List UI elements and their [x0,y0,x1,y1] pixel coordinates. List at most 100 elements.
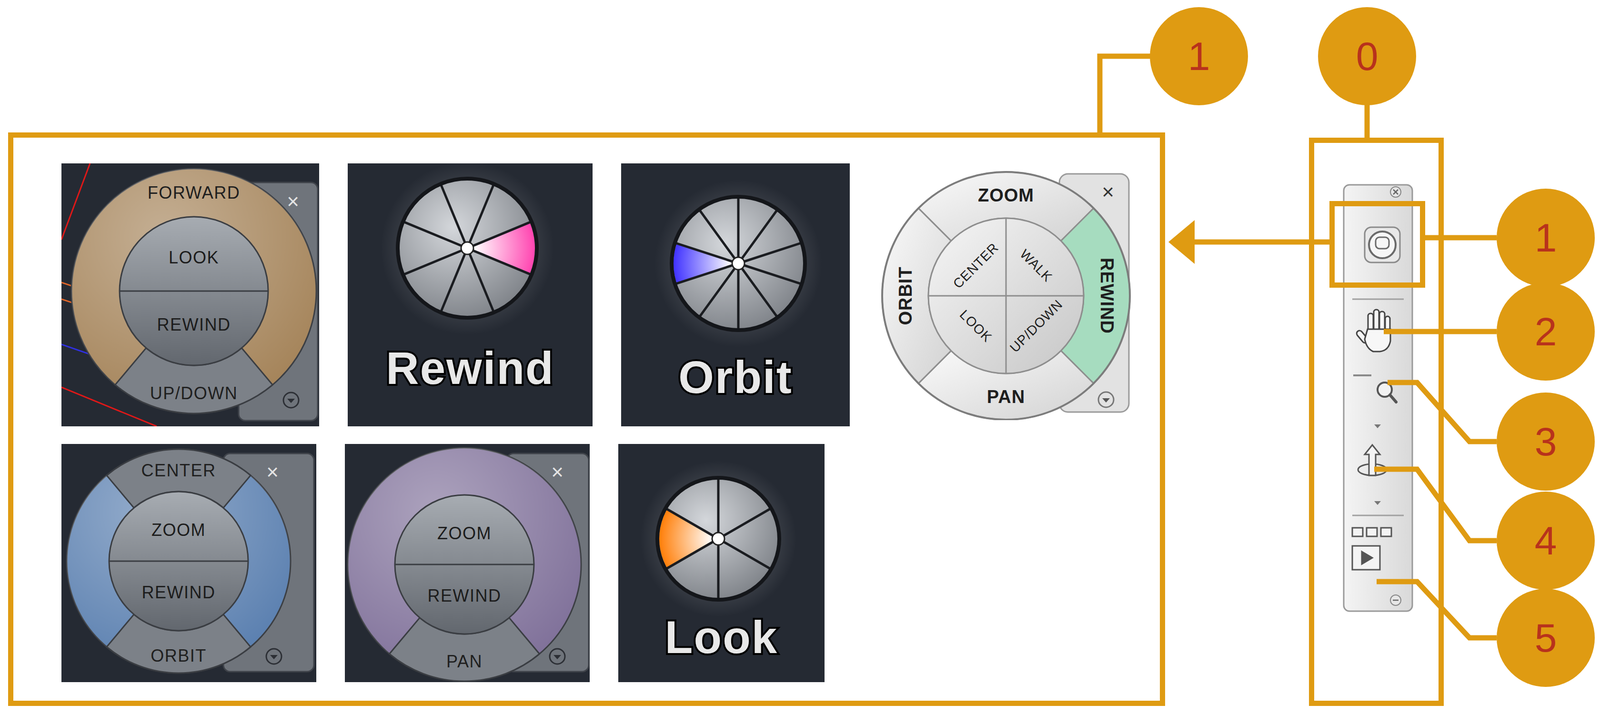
bottom-label[interactable]: ORBIT [150,645,207,666]
connector-lines [0,0,1600,715]
tile-background [61,163,320,427]
connector-line [1425,235,1497,241]
wheel-tooltip: Look [618,443,825,683]
outer-ring [71,168,317,414]
wheel-tooltip: Rewind [347,163,593,427]
active-segment [467,222,535,275]
mini-wheel[interactable]: × FORWARD UP/DOWN LOOK REWIND [61,163,320,427]
pan-hand-icon[interactable] [1355,309,1391,352]
close-button[interactable]: × [1101,180,1115,204]
top-label[interactable]: CENTER [140,460,216,481]
inner-circle [119,216,269,366]
tooltip-label: Orbit [678,351,793,403]
close-button[interactable]: × [266,460,279,484]
inner-bottom-label[interactable]: REWIND [157,314,232,335]
bar-menu-icon[interactable] [1390,594,1401,606]
callout-badge: 1 [1149,7,1248,106]
ring-sheen [71,168,317,414]
dropdown-icon[interactable] [549,648,565,665]
outer-label[interactable]: ORBIT [895,266,916,325]
close-icon[interactable] [1390,186,1401,198]
inner-circle [928,218,1084,374]
wheel-tooltip: Orbit [621,163,850,427]
inner-top-label[interactable]: ZOOM [437,523,492,544]
arrow-head-icon [1168,220,1195,264]
wheel-row: × CENTER ORBIT ZOOM REWIND × PAN ZOOM REWIND Look [61,443,1160,683]
inner-divider [109,560,249,563]
separator [1352,514,1404,517]
outer-label[interactable]: REWIND [1096,257,1117,334]
callout-badge: 3 [1496,392,1595,491]
dropdown-icon[interactable] [266,648,282,665]
outer-ring [347,447,582,682]
dropdown-icon[interactable] [1098,392,1114,408]
arrow-line [1190,239,1330,245]
showmotion-icon[interactable] [1352,527,1392,570]
orbit-icon[interactable] [1358,444,1387,476]
inner-circle [109,491,249,631]
navigation-bar [1342,183,1414,613]
wheel-icon [657,477,780,600]
inner-divider [394,563,534,566]
connector-line [1383,329,1497,335]
diagram-canvas: × FORWARD UP/DOWN LOOK REWIND Rewind Orbit × ZOO… [0,0,1600,715]
highlight-frame [1329,201,1426,288]
ring-sheen [66,449,291,674]
wheel-row: × FORWARD UP/DOWN LOOK REWIND Rewind Orbit × ZOO… [61,163,1160,427]
dropdown-icon[interactable] [283,392,299,408]
close-button[interactable]: × [551,460,564,484]
outer-ring [66,449,291,674]
connector-line [1099,56,1153,136]
inner-bottom-label[interactable]: REWIND [427,585,502,606]
wheel-glow [654,179,823,348]
mini-wheel[interactable]: × PAN ZOOM REWIND [344,443,590,683]
ring-sheen [347,447,582,682]
mini-wheel[interactable]: × CENTER ORBIT ZOOM REWIND [61,443,317,683]
callout-badge: 4 [1496,491,1595,590]
orbit-dropdown-icon[interactable] [1374,501,1381,505]
zoom-dropdown-icon[interactable] [1374,424,1381,429]
steering-wheel-icon[interactable] [1364,227,1400,263]
connector-line [1374,469,1497,541]
active-segment [659,509,719,569]
wheel-icon [397,178,537,318]
tile-background [347,163,593,427]
tile-background [344,443,590,683]
full-navigation-wheel[interactable]: × ZOOM REWIND PAN ORBIT WALK UP/DOWN LOOK CENTER [878,168,1132,421]
inner-circle [394,494,534,634]
inner-label[interactable]: WALK [1016,246,1056,285]
outer-label[interactable]: ZOOM [977,185,1035,206]
inner-top-label[interactable]: LOOK [168,247,220,268]
wheel-glow [640,460,797,617]
close-button[interactable]: × [286,189,300,213]
connector-line [1364,102,1370,141]
connector-line [1387,382,1497,442]
tooltip-label: Rewind [385,342,554,394]
callout-badge: 5 [1496,588,1595,687]
inner-label[interactable]: UP/DOWN [1006,296,1066,356]
outer-label[interactable]: PAN [986,386,1026,407]
inner-label[interactable]: LOOK [956,307,996,346]
inner-label[interactable]: CENTER [950,240,1002,292]
zoom-magnifier-icon[interactable] [1377,382,1397,403]
wheel-rim [882,171,1130,420]
callout-badge: 2 [1496,282,1595,381]
bottom-label[interactable]: PAN [446,651,483,672]
steering-wheels-panel: × FORWARD UP/DOWN LOOK REWIND Rewind Orbit × ZOO… [8,132,1166,706]
top-label[interactable]: FORWARD [147,182,241,203]
callout-badge: 1 [1496,188,1595,287]
tile-background [61,443,317,683]
inner-bottom-label[interactable]: REWIND [141,582,216,603]
inner-divider [1005,218,1007,374]
tile-background [618,443,825,683]
wheel-icon [671,196,806,331]
wheel-glow [380,163,554,335]
callout-badge: 0 [1318,7,1417,106]
separator [1352,298,1404,301]
bottom-label[interactable]: UP/DOWN [150,383,239,403]
tooltip-label: Look [664,611,778,663]
inner-divider [119,290,269,292]
connector-line [1376,581,1497,638]
inner-top-label[interactable]: ZOOM [151,520,206,540]
tile-background [621,163,850,427]
